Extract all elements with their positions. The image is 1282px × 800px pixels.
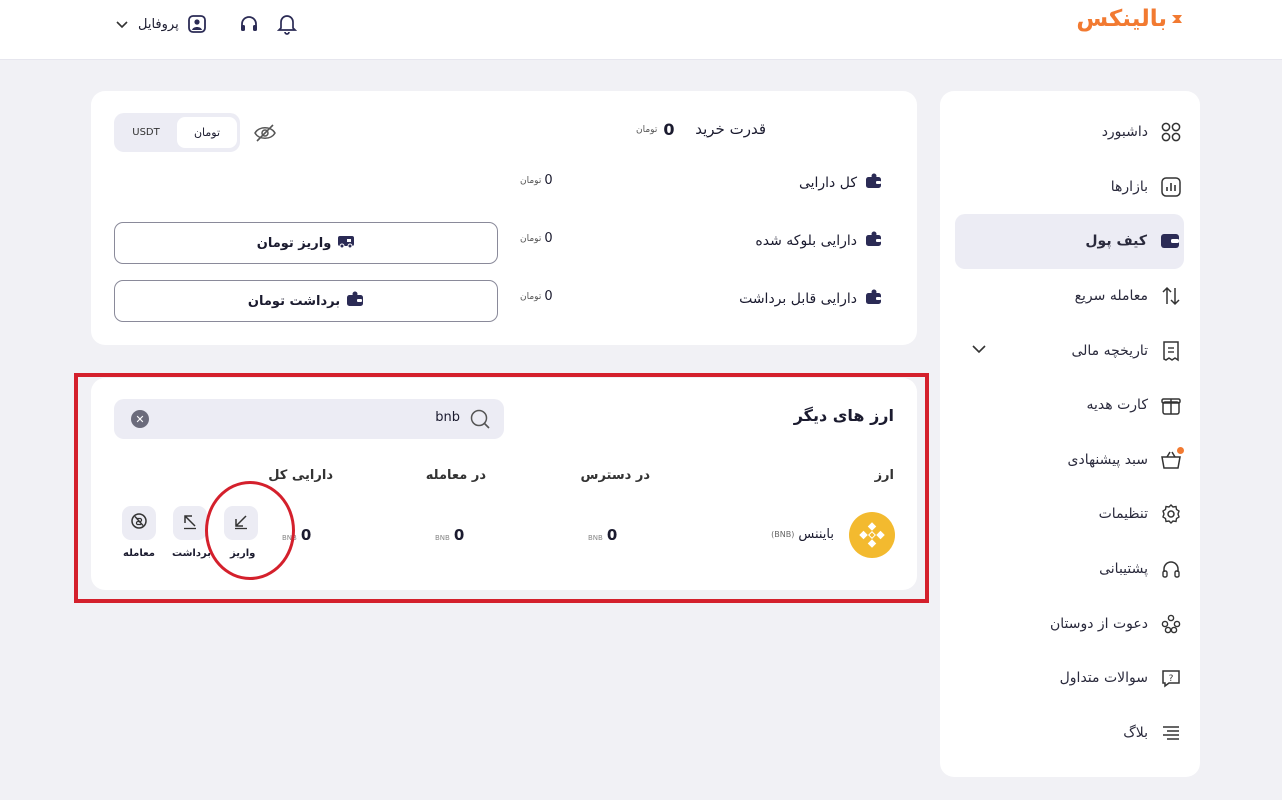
swap-icon: [1160, 285, 1182, 307]
withdrawable-assets-label: دارایی قابل برداشت: [739, 291, 857, 307]
total-assets-value: 0: [544, 173, 553, 188]
total-assets-row: کل دارایی: [799, 172, 883, 194]
sidebar-item-dashboard[interactable]: داشبورد: [940, 105, 1200, 160]
logo[interactable]: بالینکس: [1076, 6, 1184, 32]
user-icon: [185, 12, 209, 36]
sidebar-item-label: کیف پول: [1085, 233, 1147, 250]
sidebar-item-label: بلاگ: [1123, 724, 1148, 741]
blocked-assets-label: دارایی بلوکه شده: [755, 233, 857, 249]
total-assets-value-group: 0 تومان: [520, 173, 553, 188]
sidebar-item-suggested-basket[interactable]: سبد پیشنهادی: [940, 433, 1200, 488]
sidebar-item-label: کارت هدیه: [1086, 397, 1148, 414]
logo-mark-icon: [1172, 15, 1182, 23]
sidebar-item-label: پشتیبانی: [1099, 561, 1148, 578]
currency-unit: تومان: [636, 124, 658, 135]
total-assets-label: کل دارایی: [798, 175, 857, 191]
wallet-small-icon: [865, 172, 883, 194]
sidebar-item-label: تنظیمات: [1098, 506, 1148, 523]
purchase-power-value: 0: [663, 120, 675, 139]
wallet-icon: [1159, 230, 1181, 252]
deposit-truck-icon: [337, 233, 355, 253]
profile-label: پروفایل: [138, 16, 179, 32]
chart-icon: [1160, 176, 1182, 198]
list-icon: [1160, 722, 1182, 744]
sidebar-item-faq[interactable]: ? سوالات متداول: [940, 651, 1200, 706]
top-bar: بالینکس پروفایل: [0, 0, 1282, 60]
sidebar-item-gift-card[interactable]: کارت هدیه: [940, 378, 1200, 433]
currency-toggle[interactable]: تومان USDT: [114, 113, 240, 152]
sidebar-item-blog[interactable]: بلاگ: [940, 706, 1200, 761]
sidebar: داشبورد بازارها کیف پول معامله سریع تاری…: [940, 91, 1200, 777]
currency-unit: تومان: [520, 291, 542, 302]
bell-icon[interactable]: [275, 12, 299, 36]
withdrawable-assets-value-group: 0 تومان: [520, 289, 553, 304]
withdrawable-assets-value: 0: [544, 289, 553, 304]
svg-text:?: ?: [1169, 674, 1174, 684]
purchase-power-value-group: 0 تومان: [636, 120, 674, 139]
currency-unit: تومان: [520, 175, 542, 186]
sidebar-item-label: معامله سریع: [1074, 288, 1148, 305]
chevron-down-icon[interactable]: [970, 340, 988, 362]
gift-icon: [1160, 394, 1182, 416]
sidebar-item-label: تاریخچه مالی: [1071, 342, 1148, 359]
sidebar-item-label: بازارها: [1110, 178, 1148, 195]
sidebar-item-wallet[interactable]: کیف پول: [955, 214, 1184, 269]
question-icon: ?: [1160, 667, 1182, 689]
toggle-usdt[interactable]: USDT: [118, 117, 174, 148]
wallet-small-icon: [865, 230, 883, 252]
withdrawable-assets-row: دارایی قابل برداشت: [739, 288, 883, 310]
withdraw-toman-label: برداشت تومان: [247, 293, 341, 309]
sidebar-item-label: سبد پیشنهادی: [1067, 451, 1149, 468]
notification-dot: [1177, 446, 1184, 454]
sidebar-item-support[interactable]: پشتیبانی: [940, 542, 1200, 597]
gear-icon: [1160, 503, 1182, 525]
wallet-small-icon: [865, 288, 883, 310]
highlight-frame: [74, 373, 929, 603]
basket-icon: [1160, 446, 1184, 471]
sidebar-item-settings[interactable]: تنظیمات: [940, 487, 1200, 542]
eye-off-icon[interactable]: [253, 122, 277, 148]
deposit-toman-button[interactable]: واریز تومان: [114, 222, 498, 264]
blocked-assets-row: دارایی بلوکه شده: [755, 230, 883, 252]
sidebar-item-quick-trade[interactable]: معامله سریع: [940, 269, 1200, 324]
grid-icon: [1160, 121, 1182, 143]
sidebar-item-label: دعوت از دوستان: [1049, 615, 1148, 632]
profile-menu[interactable]: پروفایل: [138, 12, 209, 36]
headset-icon: [1160, 558, 1182, 580]
purchase-power-label: قدرت خرید: [695, 120, 766, 138]
receipt-icon: [1160, 340, 1182, 362]
sidebar-item-financial-history[interactable]: تاریخچه مالی: [940, 323, 1200, 378]
highlight-circle: [205, 481, 295, 580]
withdraw-toman-button[interactable]: برداشت تومان: [114, 280, 498, 322]
sidebar-item-label: داشبورد: [1101, 124, 1148, 141]
toggle-toman[interactable]: تومان: [177, 117, 237, 148]
logo-text: بالینکس: [1076, 6, 1167, 32]
sidebar-item-invite-friends[interactable]: دعوت از دوستان: [940, 596, 1200, 651]
headset-icon[interactable]: [237, 12, 261, 36]
chevron-down-icon[interactable]: [110, 12, 134, 36]
blocked-assets-value: 0: [544, 231, 553, 246]
users-icon: [1160, 613, 1182, 635]
sidebar-item-markets[interactable]: بازارها: [940, 160, 1200, 215]
blocked-assets-value-group: 0 تومان: [520, 231, 553, 246]
top-actions: پروفایل: [110, 12, 299, 36]
currency-unit: تومان: [520, 233, 542, 244]
withdraw-wallet-icon: [346, 291, 364, 311]
sidebar-item-label: سوالات متداول: [1059, 670, 1148, 687]
deposit-toman-label: واریز تومان: [256, 235, 332, 251]
